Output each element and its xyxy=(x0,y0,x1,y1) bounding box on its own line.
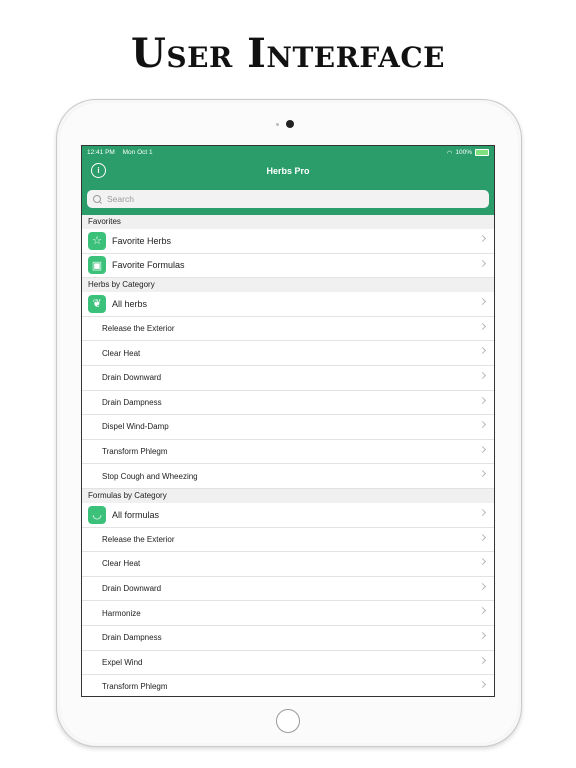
info-icon[interactable]: i xyxy=(91,163,106,178)
search-input[interactable] xyxy=(105,193,469,205)
chevron-right-icon xyxy=(478,234,487,243)
chevron-right-icon xyxy=(478,681,487,689)
calendar-star-icon: ▣ xyxy=(88,256,106,275)
search-bar[interactable] xyxy=(87,190,489,208)
row-label: Release the Exterior xyxy=(102,534,175,544)
chevron-right-icon xyxy=(478,508,487,516)
status-date: Mon Oct 1 xyxy=(122,149,153,156)
nav-title: Herbs Pro xyxy=(266,166,310,176)
list-item-all-formulas[interactable]: ◡ All formulas xyxy=(82,502,494,528)
row-label: Favorite Herbs xyxy=(112,235,172,246)
chevron-right-icon xyxy=(478,558,487,566)
list-item[interactable]: Transform Phlegm xyxy=(82,675,494,696)
row-label: Drain Dampness xyxy=(102,633,162,643)
chevron-right-icon xyxy=(478,322,487,330)
chevron-right-icon xyxy=(478,298,487,306)
status-time: 12:41 PM xyxy=(87,149,115,156)
row-label: Release the Exterior xyxy=(102,324,175,334)
row-label: Clear Heat xyxy=(102,559,141,569)
chevron-right-icon xyxy=(478,347,487,355)
list-item[interactable]: Drain Downward xyxy=(82,576,494,602)
list-item-all-herbs[interactable]: ❦ All herbs xyxy=(82,292,494,317)
row-label: Drain Downward xyxy=(102,373,162,383)
row-label: Harmonize xyxy=(102,608,141,618)
list-item[interactable]: Harmonize xyxy=(82,601,494,626)
list-item[interactable]: Stop Cough and Wheezing xyxy=(82,464,494,489)
row-label: Drain Dampness xyxy=(102,397,162,407)
battery-percent: 100% xyxy=(455,149,472,156)
list-item[interactable]: Drain Downward xyxy=(82,365,494,391)
list-item[interactable]: Clear Heat xyxy=(82,552,494,577)
chevron-right-icon xyxy=(478,656,487,664)
row-label: Transform Phlegm xyxy=(102,682,168,692)
row-label: Favorite Formulas xyxy=(112,260,185,271)
home-button[interactable] xyxy=(276,709,300,733)
app-screen: 12:41 PM Mon Oct 1 ◠ 100% i Herbs Pro Fa… xyxy=(81,145,495,697)
row-label: Transform Phlegm xyxy=(102,447,168,457)
list-item[interactable]: Dispel Wind-Damp xyxy=(82,415,494,440)
row-label: Stop Cough and Wheezing xyxy=(102,471,198,481)
chevron-right-icon xyxy=(478,259,487,267)
chevron-right-icon xyxy=(478,533,487,541)
row-label: Expel Wind xyxy=(102,657,143,667)
row-label: Clear Heat xyxy=(102,348,141,358)
chevron-right-icon xyxy=(478,582,487,590)
sensor-icon xyxy=(276,123,279,126)
search-icon xyxy=(93,195,101,203)
leaf-icon: ❦ xyxy=(88,294,106,313)
battery-icon xyxy=(475,149,489,156)
list-item[interactable]: Transform Phlegm xyxy=(82,439,494,465)
row-label: All formulas xyxy=(112,509,160,520)
chevron-right-icon xyxy=(478,470,487,478)
chevron-right-icon xyxy=(478,631,487,639)
chevron-right-icon xyxy=(478,445,487,453)
star-icon: ☆ xyxy=(88,231,106,250)
section-header-formulas: Formulas by Category xyxy=(82,488,494,503)
list-item[interactable]: Release the Exterior xyxy=(82,527,494,553)
list-item[interactable]: Clear Heat xyxy=(82,341,494,366)
list-item[interactable]: Release the Exterior xyxy=(82,316,494,342)
chevron-right-icon xyxy=(478,396,487,404)
list-item[interactable]: Expel Wind xyxy=(82,650,494,676)
section-header-herbs: Herbs by Category xyxy=(82,278,494,293)
app-header: 12:41 PM Mon Oct 1 ◠ 100% i Herbs Pro xyxy=(82,146,494,215)
row-label: All herbs xyxy=(112,298,148,309)
list-item[interactable]: Drain Dampness xyxy=(82,390,494,416)
chevron-right-icon xyxy=(478,371,487,380)
status-bar: 12:41 PM Mon Oct 1 ◠ 100% xyxy=(82,146,494,159)
camera-icon xyxy=(286,120,294,128)
page-headline: User Interface xyxy=(131,30,445,77)
list-item-favorite-formulas[interactable]: ▣ Favorite Formulas xyxy=(82,253,494,279)
row-label: Drain Downward xyxy=(102,584,162,594)
chevron-right-icon xyxy=(478,421,487,429)
status-right: ◠ 100% xyxy=(447,149,489,157)
mortar-icon: ◡ xyxy=(88,505,106,524)
status-left: 12:41 PM Mon Oct 1 xyxy=(87,149,159,156)
section-header-favorites: Favorites xyxy=(82,215,494,229)
wifi-icon: ◠ xyxy=(446,149,453,157)
nav-bar: i Herbs Pro xyxy=(82,159,494,183)
list-item[interactable]: Drain Dampness xyxy=(82,625,494,651)
chevron-right-icon xyxy=(478,607,487,615)
list-item-favorite-herbs[interactable]: ☆ Favorite Herbs xyxy=(82,229,494,254)
row-label: Dispel Wind-Damp xyxy=(102,422,169,432)
